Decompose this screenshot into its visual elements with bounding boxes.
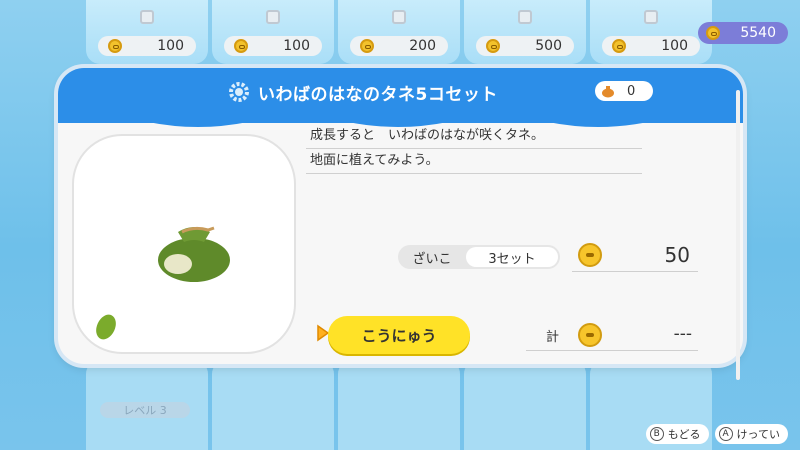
owned-count-value: 0 [627, 83, 636, 99]
coin-icon [578, 243, 602, 267]
total-row: 計 --- [526, 320, 698, 351]
button-hints: B もどる A けってい [645, 424, 788, 444]
level-tag: レベル 3 [100, 402, 190, 418]
coin-icon [612, 39, 626, 53]
shop-item-card-2[interactable]: 100 [212, 0, 334, 64]
item-price: 500 [476, 36, 574, 56]
seed-icon [96, 314, 116, 340]
shop-item-card-lower-4[interactable] [464, 360, 586, 450]
coin-icon [108, 39, 122, 53]
item-price: 200 [350, 36, 448, 56]
purchase-button[interactable]: こうにゅう [328, 316, 470, 354]
confirm-hint-label: けってい [736, 428, 780, 441]
scrollbar[interactable] [736, 90, 740, 380]
seed-bag-icon [158, 226, 230, 282]
shop-item-card-5[interactable]: 100 [590, 0, 712, 64]
purchase-dialog: いわばのはなのタネ5コセット 0 成長すると いわばのはなが咲くタネ。 地面に植… [58, 68, 743, 364]
item-preview [72, 134, 296, 354]
coin-icon [234, 39, 248, 53]
shop-item-card-lower-3[interactable] [338, 360, 460, 450]
back-hint-label: もどる [667, 428, 701, 441]
tag-icon [392, 10, 406, 24]
item-price-value: 100 [283, 38, 310, 54]
stock-label: ざいこ [412, 251, 452, 267]
coin-icon [360, 39, 374, 53]
item-description: 成長すると いわばのはなが咲くタネ。 地面に植えてみよう。 [306, 124, 642, 174]
tag-icon [644, 10, 658, 24]
b-button-icon: B [649, 427, 664, 441]
item-price: 100 [224, 36, 322, 56]
coin-icon [486, 39, 500, 53]
back-hint[interactable]: B もどる [645, 424, 709, 444]
confirm-hint[interactable]: A けってい [714, 424, 788, 444]
dialog-title-group: いわばのはなのタネ5コセット [228, 80, 498, 105]
owned-count-badge: 0 [595, 81, 653, 101]
coin-icon [578, 323, 602, 347]
dialog-title: いわばのはなのタネ5コセット [258, 84, 498, 105]
shop-item-card-4[interactable]: 500 [464, 0, 586, 64]
seed-bag-icon [602, 86, 614, 98]
unit-price-value: 50 [664, 243, 690, 267]
wallet-value: 5540 [740, 25, 776, 41]
description-line: 地面に植えてみよう。 [306, 149, 642, 174]
item-price-value: 100 [157, 38, 184, 54]
shop-item-card-3[interactable]: 200 [338, 0, 460, 64]
stock-value: 3セット [466, 247, 558, 267]
total-label: 計 [546, 330, 560, 345]
description-line: 成長すると いわばのはなが咲くタネ。 [306, 124, 642, 149]
coin-icon [706, 26, 720, 40]
unit-price-row: 50 [572, 241, 698, 272]
tag-icon [140, 10, 154, 24]
gear-icon [229, 82, 249, 102]
tag-icon [518, 10, 532, 24]
wallet-balance: 5540 [698, 22, 788, 44]
item-price-value: 200 [409, 38, 436, 54]
item-price-value: 500 [535, 38, 562, 54]
item-price: 100 [602, 36, 700, 56]
shop-item-card-lower-2[interactable] [212, 360, 334, 450]
tag-icon [266, 10, 280, 24]
shop-item-card-1[interactable]: 100 [86, 0, 208, 64]
item-price-value: 100 [661, 38, 688, 54]
a-button-icon: A [718, 427, 733, 441]
item-price: 100 [98, 36, 196, 56]
stock-indicator: ざいこ 3セット [398, 245, 560, 269]
total-value: --- [673, 324, 692, 344]
